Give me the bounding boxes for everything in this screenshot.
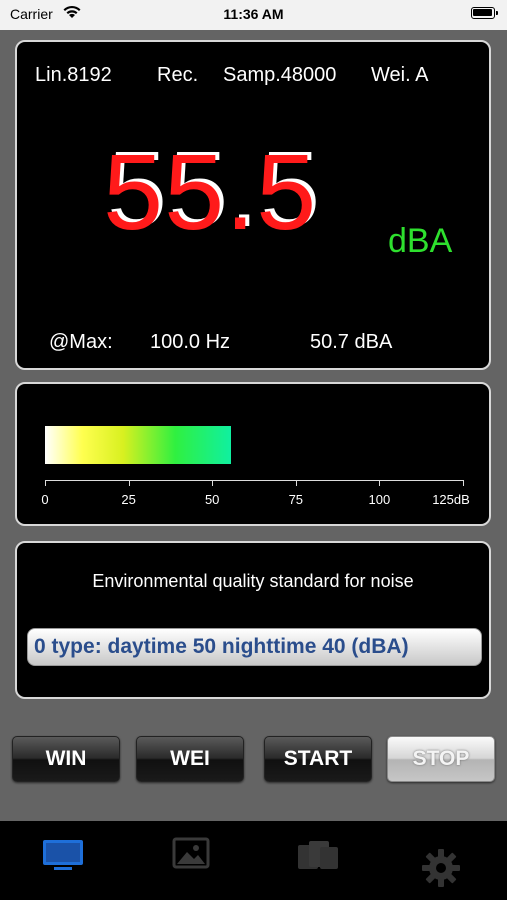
gear-icon	[422, 849, 460, 887]
monitor-icon	[43, 840, 83, 870]
tab-settings[interactable]	[420, 847, 468, 887]
tab-files[interactable]	[296, 835, 344, 875]
meter-tick-label: 50	[204, 492, 220, 507]
meter-tick	[463, 480, 464, 486]
sample-rate-label: Samp.48000	[223, 64, 337, 86]
clock: 11:36 AM	[223, 6, 284, 22]
meter-tick-label: 0	[41, 492, 49, 507]
meter-tick-label: 125dB	[432, 492, 470, 507]
level-bar	[45, 426, 231, 464]
standard-title: Environmental quality standard for noise	[92, 571, 414, 591]
weighting-label: Wei. A	[371, 64, 429, 86]
sound-level-unit: dBA	[388, 222, 453, 260]
level-meter-panel: 0 25 50 75 100 125dB	[15, 382, 491, 526]
status-bar: Carrier 11:36 AM	[0, 0, 507, 30]
image-icon	[172, 837, 210, 869]
sound-level-value: 55.5	[103, 131, 318, 252]
meter-tick-label: 100	[368, 492, 391, 507]
files-icon	[298, 841, 338, 869]
meter-tick-label: 75	[288, 492, 304, 507]
win-button[interactable]: WIN	[12, 736, 120, 782]
meter-tick	[212, 480, 214, 486]
meter-tick	[45, 480, 46, 486]
battery-icon	[471, 7, 498, 19]
tab-monitor[interactable]	[40, 835, 88, 875]
standard-selected-value: 0 type: daytime 50 nighttime 40 (dBA)	[34, 635, 409, 658]
tab-image[interactable]	[168, 835, 216, 875]
meter-tick	[295, 480, 297, 486]
noise-standard-panel: Environmental quality standard for noise…	[15, 541, 491, 699]
wei-button[interactable]: WEI	[136, 736, 244, 782]
standard-picker[interactable]: 0 type: daytime 50 nighttime 40 (dBA)	[27, 628, 482, 666]
mode-label: Rec.	[157, 64, 199, 86]
fft-size-label: Lin.8192	[35, 64, 112, 86]
max-frequency: 100.0 Hz	[150, 331, 231, 353]
meter-scale-line	[45, 480, 463, 481]
max-level: 50.7 dBA	[310, 331, 393, 353]
tab-bar	[0, 821, 507, 900]
max-label: @Max:	[49, 331, 113, 353]
start-button[interactable]: START	[264, 736, 372, 782]
stop-button[interactable]: STOP	[387, 736, 495, 782]
measurement-panel: Lin.8192 Rec. Samp.48000 Wei. A 55.5 dBA…	[15, 40, 491, 370]
meter-tick-label: 25	[121, 492, 136, 507]
meter-tick	[128, 480, 130, 486]
meter-tick	[379, 480, 381, 486]
